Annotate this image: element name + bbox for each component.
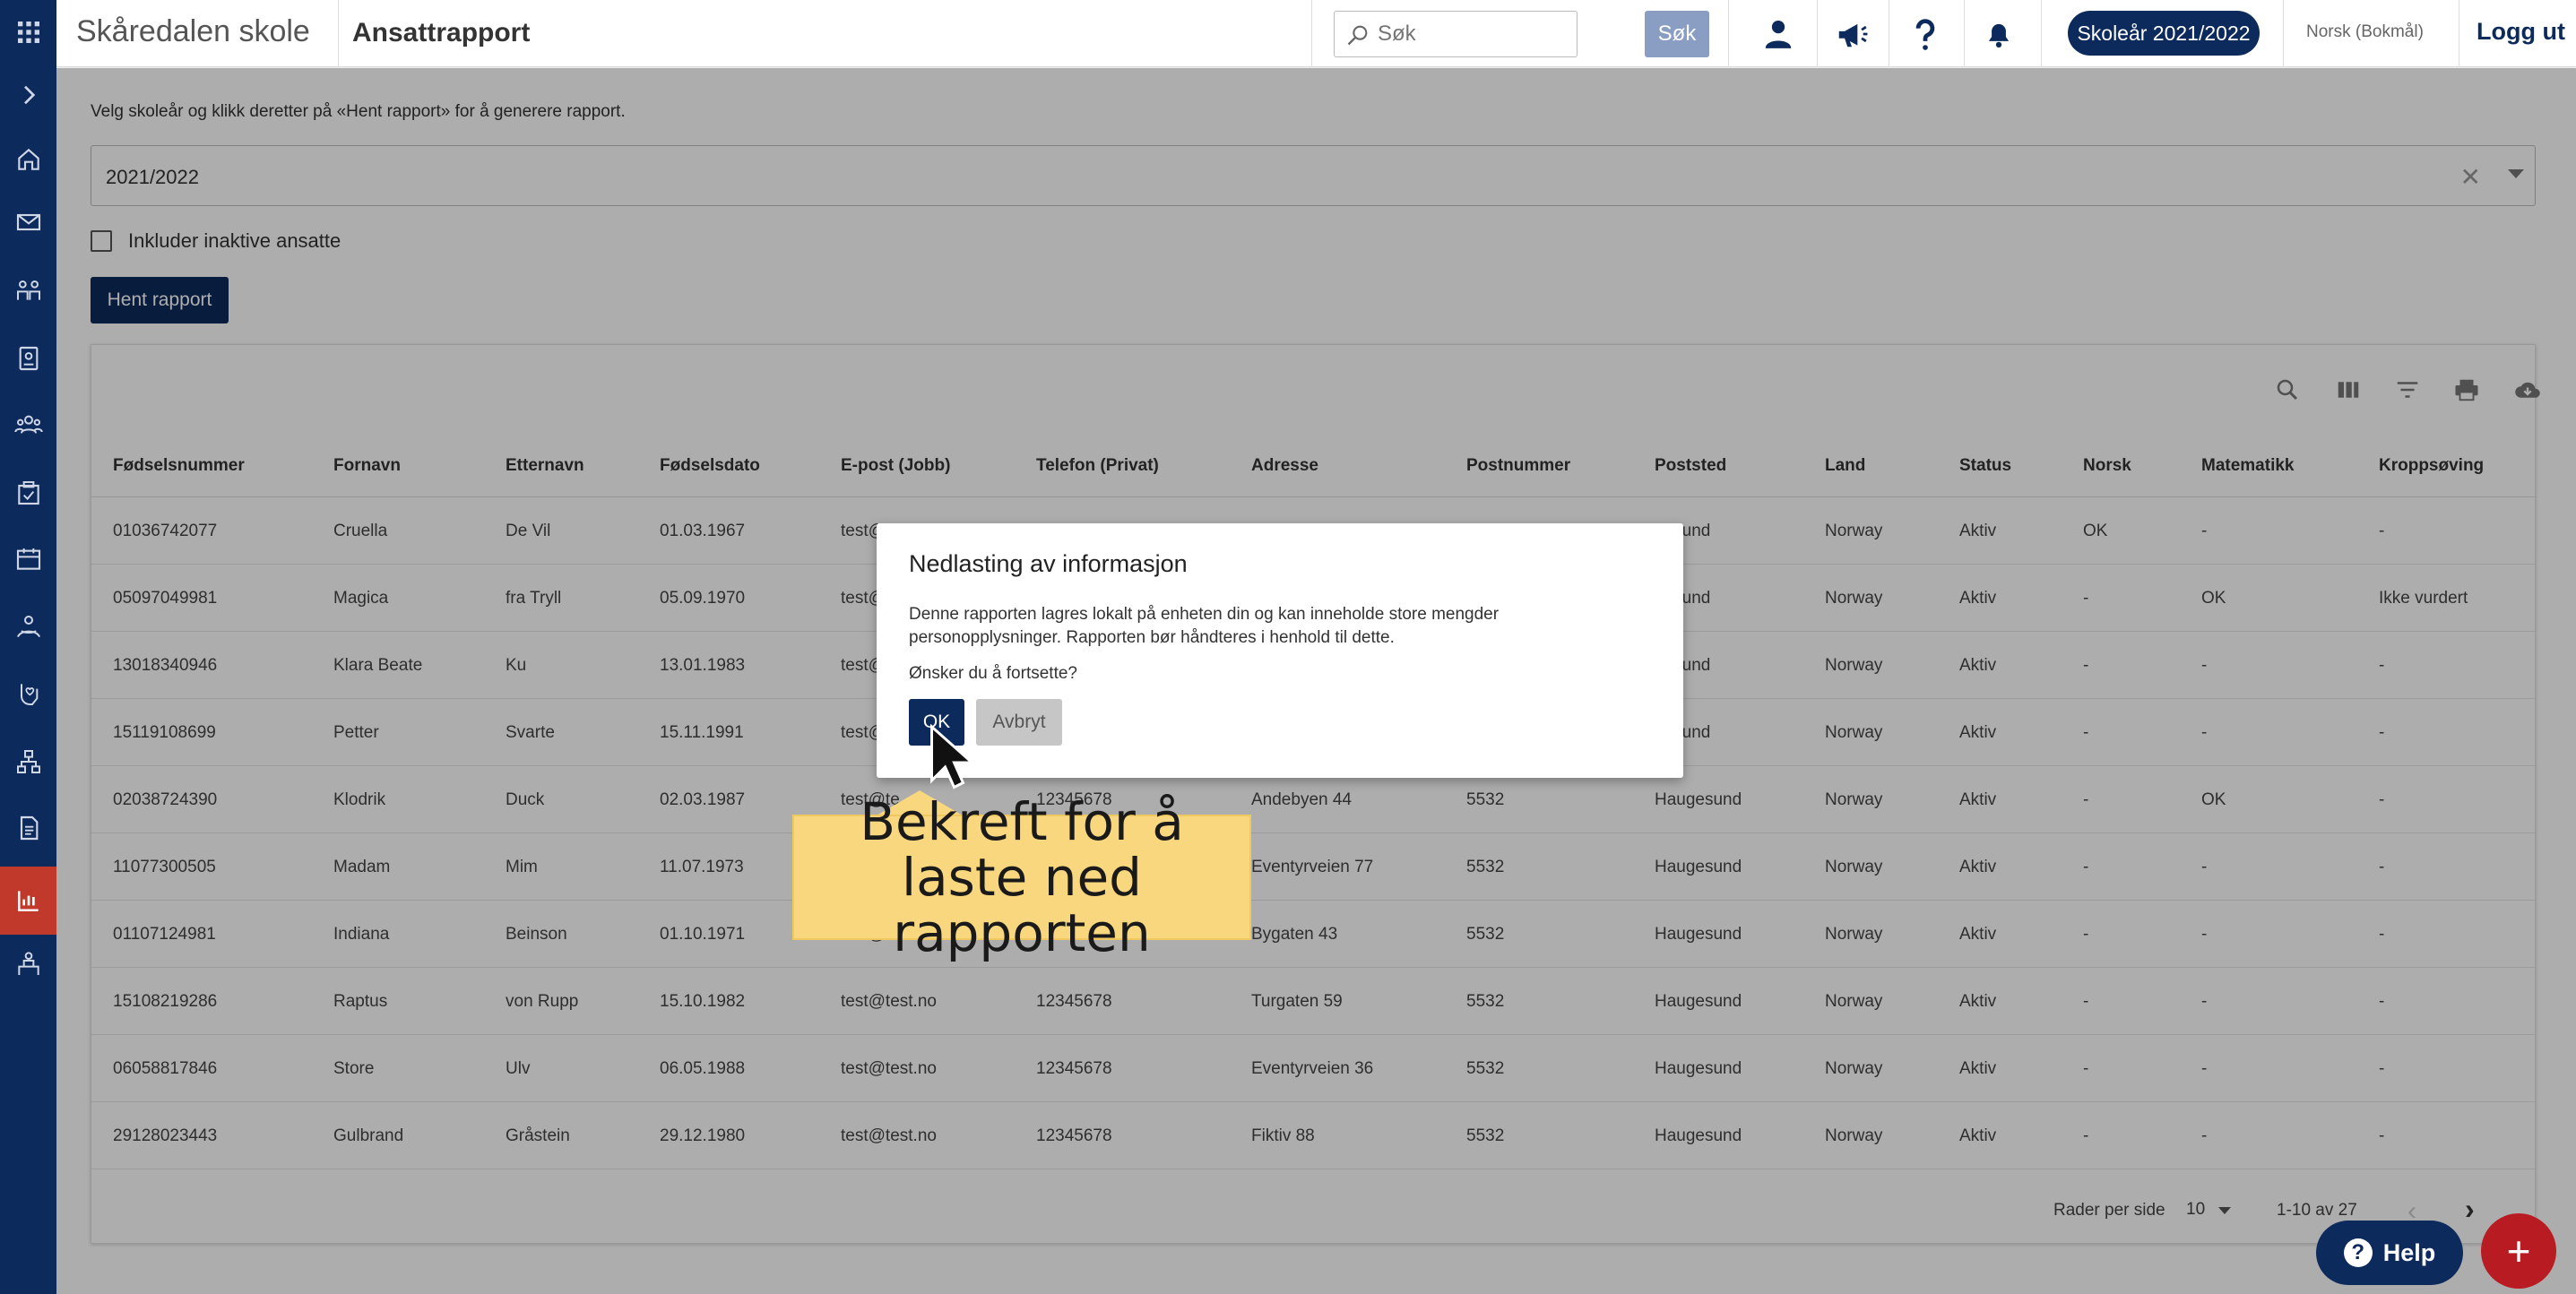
user-icon[interactable] — [1754, 11, 1802, 57]
apps-grid-icon[interactable] — [0, 5, 56, 59]
search-input[interactable] — [1378, 21, 1566, 47]
header-divider — [1311, 0, 1312, 67]
home-icon[interactable] — [0, 133, 56, 186]
header-divider — [1817, 0, 1818, 67]
bell-icon[interactable] — [1975, 11, 2023, 57]
chevron-right-icon[interactable] — [0, 68, 56, 122]
people-icon[interactable] — [0, 398, 56, 452]
mouse-cursor-icon — [930, 724, 974, 789]
header-divider — [1728, 0, 1729, 67]
sidebar — [0, 0, 56, 1294]
org-icon[interactable] — [0, 937, 56, 991]
clipboard-icon[interactable] — [0, 466, 56, 520]
badge-icon[interactable] — [0, 332, 56, 385]
page-title: Ansattrapport — [352, 18, 531, 47]
hierarchy-icon[interactable] — [0, 735, 56, 789]
help-icon[interactable] — [1901, 11, 1949, 57]
search-box[interactable] — [1334, 11, 1578, 57]
heart-hand-icon[interactable] — [0, 667, 56, 720]
school-year-button[interactable]: Skoleår 2021/2022 — [2068, 11, 2260, 56]
header-divider — [2283, 0, 2284, 67]
school-name[interactable]: Skåredalen skole — [76, 14, 310, 49]
top-header: Skåredalen skole Ansattrapport Søk Skole… — [56, 0, 2576, 67]
dialog-body: Denne rapporten lagres lokalt på enheten… — [909, 605, 1500, 647]
search-icon — [1347, 25, 1368, 46]
calendar-icon[interactable] — [0, 532, 56, 586]
add-button[interactable]: + — [2481, 1213, 2556, 1289]
header-divider — [1964, 0, 1965, 67]
mail-icon[interactable] — [0, 195, 56, 249]
download-confirm-dialog: Nedlasting av informasjon Denne rapporte… — [877, 523, 1683, 778]
search-button[interactable]: Søk — [1645, 11, 1709, 57]
group-icon[interactable] — [0, 263, 56, 317]
header-divider — [338, 0, 339, 67]
logout-link[interactable]: Logg ut — [2477, 18, 2565, 46]
megaphone-icon[interactable] — [1828, 11, 1876, 57]
cancel-button[interactable]: Avbryt — [976, 699, 1062, 746]
report-chart-icon[interactable] — [0, 867, 56, 935]
tutorial-tooltip: Bekreft for å laste ned rapporten — [792, 794, 1251, 961]
person-hands-icon[interactable] — [0, 600, 56, 654]
language-selector[interactable]: Norsk (Bokmål) — [2306, 22, 2424, 42]
help-label: Help — [2382, 1238, 2436, 1266]
question-icon: ? — [2343, 1238, 2373, 1267]
dialog-title: Nedlasting av informasjon — [909, 550, 1188, 577]
help-button[interactable]: ? Help — [2316, 1221, 2463, 1285]
header-divider — [2041, 0, 2042, 67]
document-icon[interactable] — [0, 801, 56, 855]
app-window: Skåredalen skole Ansattrapport Søk Skole… — [0, 0, 2576, 1294]
dialog-question: Ønsker du å fortsette? — [909, 664, 1077, 683]
